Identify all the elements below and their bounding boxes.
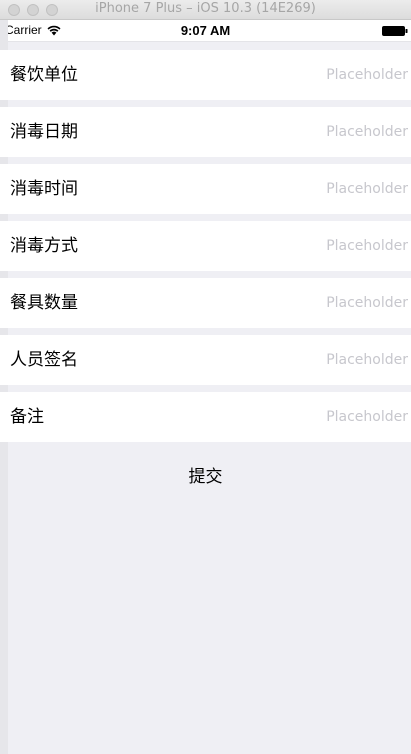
status-time: 9:07 AM (180, 23, 231, 38)
staff-signature-field[interactable] (188, 346, 408, 374)
form-row-disinfection-date[interactable]: 消毒日期 (0, 107, 411, 157)
row-label: 人员签名 (10, 350, 78, 370)
tableware-count-field[interactable] (188, 289, 408, 317)
submit-button[interactable]: 提交 (150, 456, 261, 492)
window-title: iPhone 7 Plus – iOS 10.3 (14E269) (95, 1, 316, 16)
form-row-staff-signature[interactable]: 人员签名 (0, 335, 411, 385)
remarks-field[interactable] (188, 403, 408, 431)
status-bar: Carrier 9:07 AM (0, 20, 411, 42)
row-label: 消毒方式 (10, 236, 78, 256)
disinfection-date-field[interactable] (188, 118, 408, 146)
row-label: 餐饮单位 (10, 65, 78, 85)
form-row-disinfection-method[interactable]: 消毒方式 (0, 221, 411, 271)
disinfection-method-field[interactable] (188, 232, 408, 260)
form-row-disinfection-time[interactable]: 消毒时间 (0, 164, 411, 214)
row-label: 餐具数量 (10, 293, 78, 313)
form-row-remarks[interactable]: 备注 (0, 392, 411, 442)
row-label: 消毒日期 (10, 122, 78, 142)
disinfection-time-field[interactable] (188, 175, 408, 203)
restaurant-unit-field[interactable] (188, 61, 408, 89)
simulator-title-bar: iPhone 7 Plus – iOS 10.3 (14E269) (0, 0, 411, 20)
row-label: 消毒时间 (10, 179, 78, 199)
row-label: 备注 (10, 407, 44, 427)
form-row-restaurant-unit[interactable]: 餐饮单位 (0, 50, 411, 100)
form-row-tableware-count[interactable]: 餐具数量 (0, 278, 411, 328)
battery-icon (382, 26, 408, 36)
